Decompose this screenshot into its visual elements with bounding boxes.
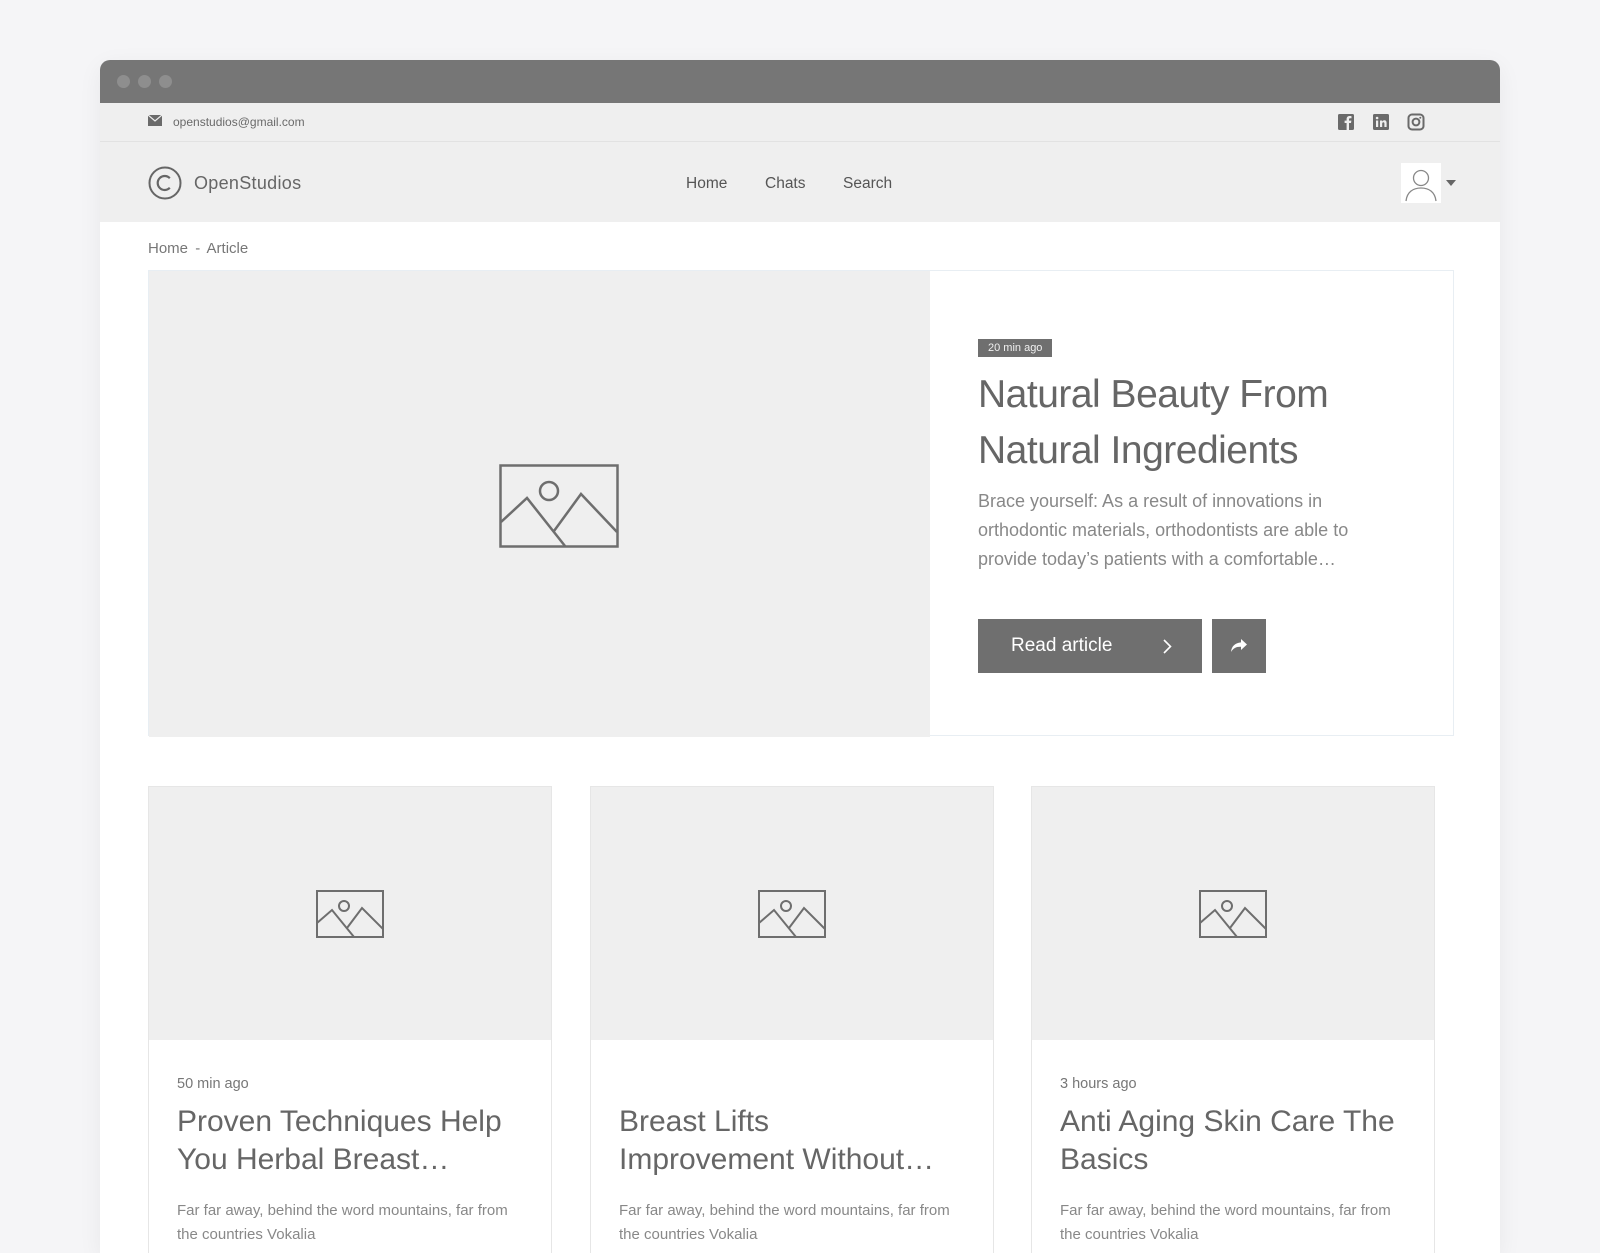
window-maximize-dot[interactable] [159, 75, 172, 88]
window-titlebar [100, 60, 1500, 103]
article-card[interactable]: 3 hours ago Anti Aging Skin Care The Bas… [1031, 786, 1435, 1253]
image-icon [758, 890, 826, 938]
article-card[interactable]: Breast Lifts Improvement Without… Far fa… [590, 786, 994, 1253]
breadcrumb-separator: - [195, 240, 201, 257]
user-avatar[interactable] [1401, 163, 1441, 203]
breadcrumb-home[interactable]: Home [148, 240, 188, 257]
card-title[interactable]: Proven Techniques Help You Herbal Breast… [177, 1103, 532, 1179]
share-icon [1231, 639, 1247, 652]
breadcrumb-current: Article [206, 240, 249, 257]
read-article-button[interactable]: Read article [978, 619, 1202, 673]
card-time: 3 hours ago [1060, 1076, 1137, 1092]
breadcrumb: Home - Article [148, 240, 248, 257]
instagram-icon[interactable] [1407, 113, 1425, 131]
window-minimize-dot[interactable] [138, 75, 151, 88]
image-icon [316, 890, 384, 938]
card-time: 50 min ago [177, 1076, 249, 1092]
nav-chats-link[interactable]: Chats [765, 175, 806, 193]
contact-email[interactable]: openstudios@gmail.com [173, 115, 305, 129]
window-close-dot[interactable] [117, 75, 130, 88]
read-article-label: Read article [1011, 635, 1113, 656]
card-description: Far far away, behind the word mountains,… [177, 1202, 508, 1243]
card-title[interactable]: Breast Lifts Improvement Without… [619, 1103, 974, 1179]
card-description: Far far away, behind the word mountains,… [619, 1202, 950, 1243]
facebook-icon[interactable] [1337, 113, 1355, 131]
card-image-placeholder[interactable] [1032, 787, 1434, 1040]
card-image-placeholder[interactable] [149, 787, 551, 1040]
nav-home-link[interactable]: Home [686, 175, 727, 193]
card-title[interactable]: Anti Aging Skin Care The Basics [1060, 1103, 1415, 1179]
featured-title[interactable]: Natural Beauty From Natural Ingredients [978, 367, 1418, 479]
mail-icon [148, 115, 162, 126]
logo-icon[interactable] [148, 166, 182, 200]
image-icon [499, 464, 619, 548]
card-image-placeholder[interactable] [591, 787, 993, 1040]
top-info-bar: openstudios@gmail.com [100, 103, 1500, 142]
share-button[interactable] [1212, 619, 1266, 673]
card-description: Far far away, behind the word mountains,… [1060, 1202, 1391, 1243]
featured-article: 20 min ago Natural Beauty From Natural I… [148, 270, 1454, 737]
featured-description: Brace yourself: As a result of innovatio… [978, 491, 1349, 569]
browser-window: openstudios@gmail.com OpenStudios Home C… [100, 60, 1500, 1253]
nav-search-link[interactable]: Search [843, 175, 892, 193]
image-icon [1199, 890, 1267, 938]
chevron-right-icon [1163, 639, 1172, 654]
featured-image-placeholder[interactable] [149, 271, 930, 737]
user-icon [1405, 169, 1437, 202]
brand-name[interactable]: OpenStudios [194, 173, 301, 194]
chevron-down-icon[interactable] [1446, 180, 1456, 186]
article-card[interactable]: 50 min ago Proven Techniques Help You He… [148, 786, 552, 1253]
time-badge: 20 min ago [978, 339, 1053, 357]
linkedin-icon[interactable] [1372, 113, 1390, 131]
main-navbar: OpenStudios Home Chats Search [100, 142, 1500, 222]
